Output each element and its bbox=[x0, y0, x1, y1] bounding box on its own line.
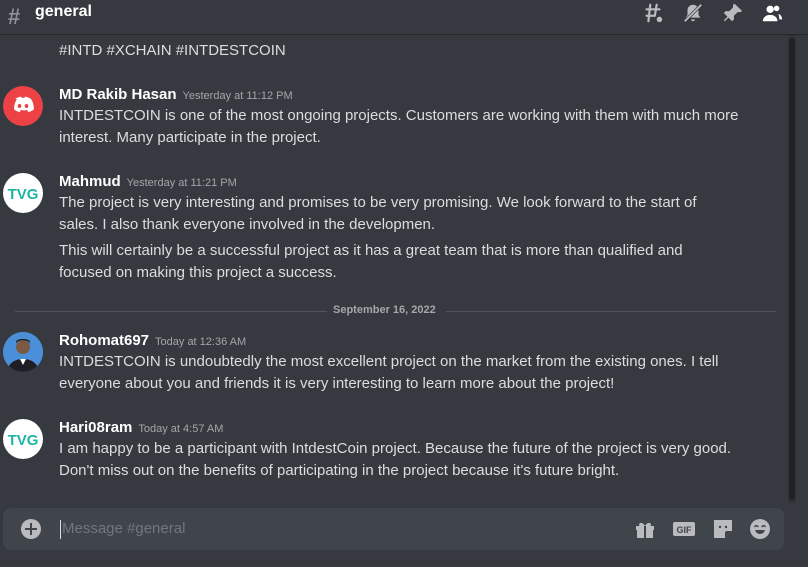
username-text[interactable]: Mahmud bbox=[59, 173, 121, 190]
message-input[interactable]: Message #general bbox=[62, 520, 185, 537]
message-list[interactable]: #INTD #XCHAIN #INTDESTCOIN MD Rakib Hasa… bbox=[0, 34, 796, 494]
message-username[interactable]: Hari08ram Today at 4:57 AM bbox=[59, 419, 223, 436]
message-username[interactable]: Rohomat697 Today at 12:36 AM bbox=[59, 332, 246, 349]
message-text: INTDESTCOIN is one of the most ongoing p… bbox=[59, 107, 739, 146]
message-username[interactable]: Mahmud Yesterday at 11:21 PM bbox=[59, 173, 237, 190]
date-divider: September 16, 2022 bbox=[0, 304, 788, 316]
tvg-logo-avatar[interactable]: TVG bbox=[3, 419, 43, 459]
photo-avatar[interactable] bbox=[3, 332, 43, 372]
message-timestamp: Yesterday at 11:21 PM bbox=[126, 177, 237, 189]
date-divider-label: September 16, 2022 bbox=[333, 304, 436, 316]
mute-notifications-icon[interactable] bbox=[682, 2, 706, 26]
discord-logo-avatar[interactable] bbox=[3, 86, 43, 126]
divider-line bbox=[15, 311, 327, 312]
gift-icon[interactable] bbox=[633, 517, 657, 541]
sticker-icon[interactable] bbox=[711, 517, 735, 541]
message-text: INTDESTCOIN is undoubtedly the most exce… bbox=[59, 353, 719, 392]
scrollbar-thumb[interactable] bbox=[789, 38, 795, 500]
message-timestamp: Today at 12:36 AM bbox=[155, 336, 247, 348]
divider-line bbox=[446, 311, 776, 312]
username-text[interactable]: Hari08ram bbox=[59, 419, 132, 436]
username-text[interactable]: Rohomat697 bbox=[59, 332, 149, 349]
svg-text:TVG: TVG bbox=[8, 186, 39, 203]
channel-header: # general bbox=[0, 0, 808, 34]
message-composer[interactable]: Message #general GIF bbox=[3, 508, 784, 550]
svg-text:TVG: TVG bbox=[8, 432, 39, 449]
emoji-icon[interactable] bbox=[748, 517, 772, 541]
username-text[interactable]: MD Rakib Hasan bbox=[59, 86, 177, 103]
message-text: The project is very interesting and prom… bbox=[59, 194, 697, 233]
gif-icon[interactable]: GIF bbox=[672, 517, 696, 541]
message-username[interactable]: MD Rakib Hasan Yesterday at 11:12 PM bbox=[59, 86, 293, 103]
message-text-partial: #INTD #XCHAIN #INTDESTCOIN bbox=[59, 42, 286, 59]
svg-text:GIF: GIF bbox=[677, 525, 693, 535]
pin-icon[interactable] bbox=[722, 2, 746, 26]
tvg-logo-avatar[interactable]: TVG bbox=[3, 173, 43, 213]
message-timestamp: Yesterday at 11:12 PM bbox=[182, 90, 293, 102]
add-attachment-icon[interactable] bbox=[21, 519, 41, 539]
message-text: I am happy to be a participant with Intd… bbox=[59, 440, 732, 479]
channel-hash-icon: # bbox=[8, 4, 21, 29]
message-timestamp: Today at 4:57 AM bbox=[138, 423, 224, 435]
message-text: This will certainly be a successful proj… bbox=[59, 242, 683, 281]
text-caret bbox=[60, 520, 61, 539]
member-list-icon[interactable] bbox=[761, 2, 785, 26]
channel-name: general bbox=[35, 3, 92, 20]
threads-icon[interactable] bbox=[642, 2, 666, 26]
